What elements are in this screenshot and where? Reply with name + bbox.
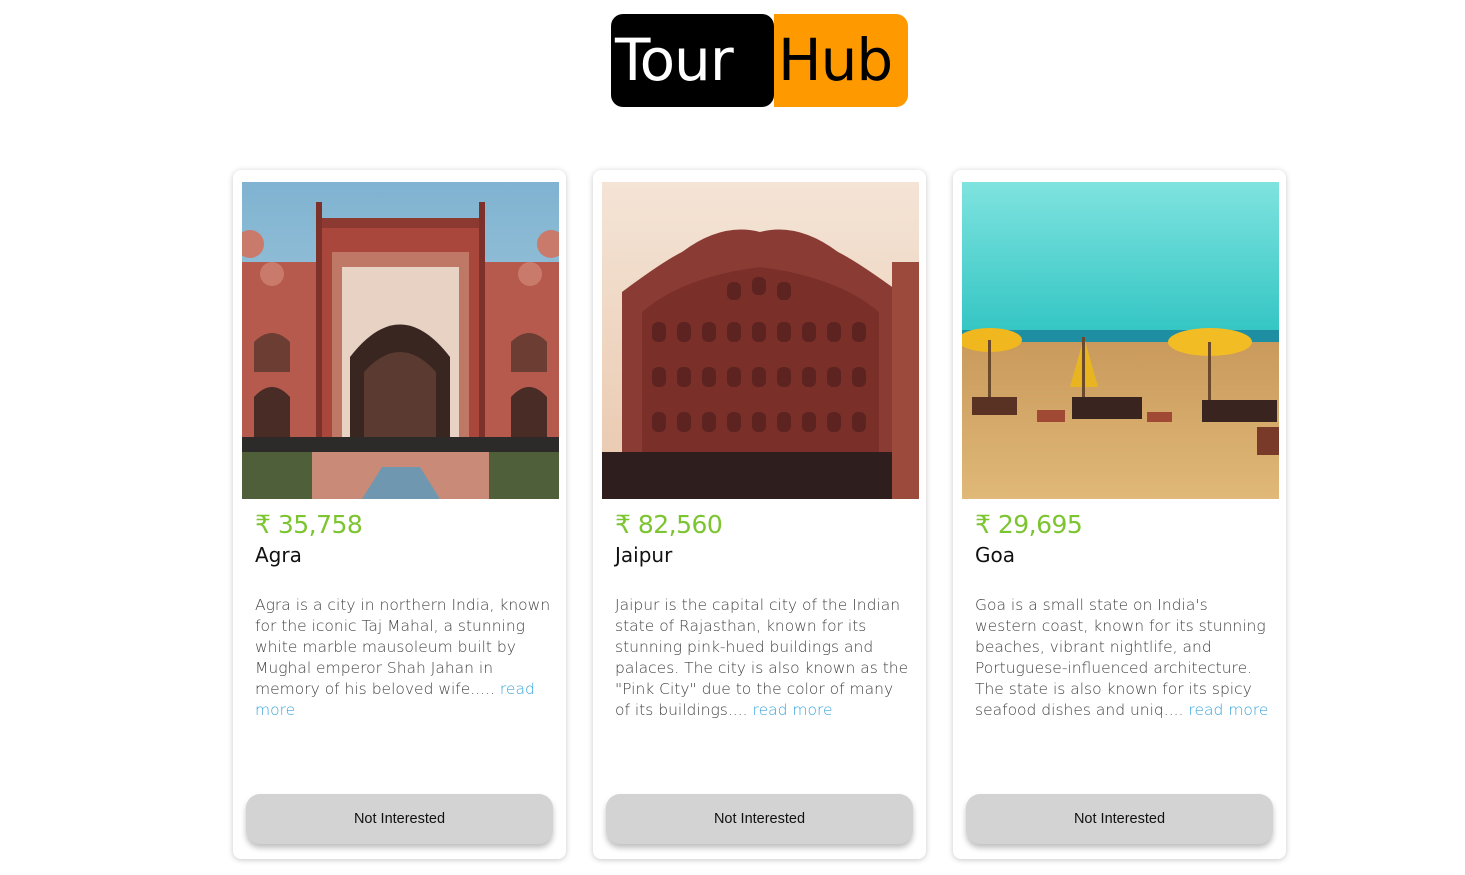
card-image-jaipur <box>602 182 919 499</box>
tour-card-goa: ₹ 29,695 Goa Goa is a small state on Ind… <box>953 170 1286 859</box>
card-description: Goa is a small state on India's western … <box>975 595 1271 721</box>
tour-card-jaipur: ₹ 82,560 Jaipur Jaipur is the capital ci… <box>593 170 926 859</box>
card-city: Agra <box>255 543 302 567</box>
read-more-link[interactable]: read more <box>753 701 833 719</box>
card-image-goa <box>962 182 1279 499</box>
read-more-link[interactable]: read more <box>1188 701 1268 719</box>
card-description: Jaipur is the capital city of the Indian… <box>615 595 911 721</box>
card-price: ₹ 29,695 <box>975 510 1083 539</box>
not-interested-button[interactable]: Not Interested <box>966 794 1273 844</box>
logo-hub-text: Hub <box>774 14 908 107</box>
card-image-agra <box>242 182 559 499</box>
card-price: ₹ 82,560 <box>615 510 723 539</box>
card-price: ₹ 35,758 <box>255 510 363 539</box>
not-interested-button[interactable]: Not Interested <box>606 794 913 844</box>
tourhub-logo[interactable]: Tour Hub <box>611 14 908 107</box>
tour-card-agra: ₹ 35,758 Agra Agra is a city in northern… <box>233 170 566 859</box>
logo-tour-text: Tour <box>611 14 774 107</box>
card-description: Agra is a city in northern India, known … <box>255 595 551 721</box>
card-city: Jaipur <box>615 543 673 567</box>
card-city: Goa <box>975 543 1015 567</box>
not-interested-button[interactable]: Not Interested <box>246 794 553 844</box>
